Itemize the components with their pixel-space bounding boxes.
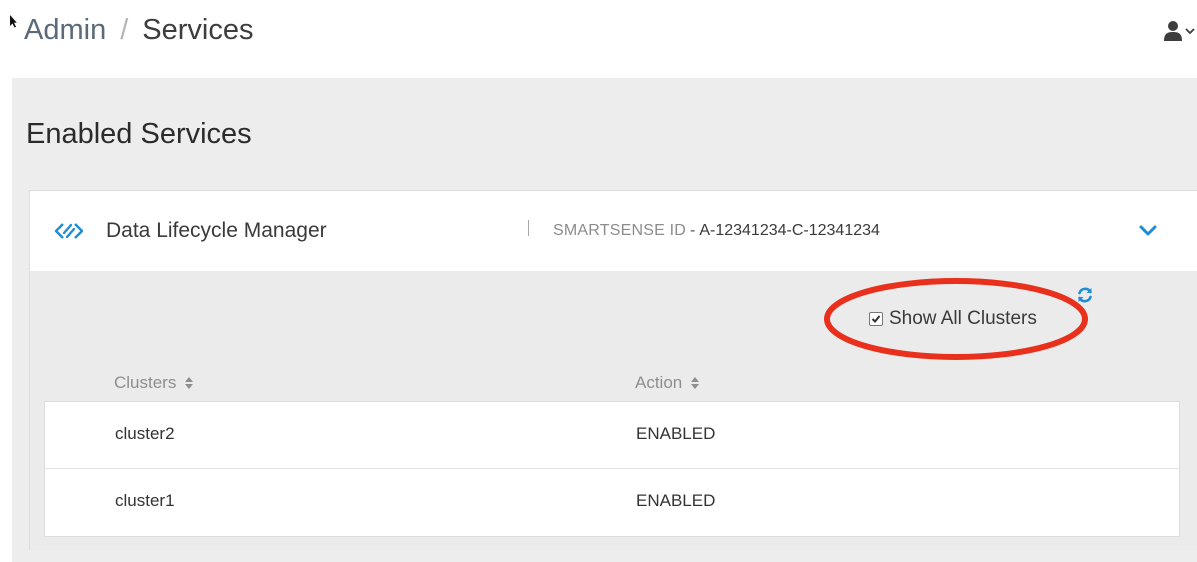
- breadcrumb-separator: /: [120, 14, 129, 46]
- header-divider: [528, 220, 529, 236]
- show-all-clusters-toggle[interactable]: Show All Clusters: [869, 308, 1037, 330]
- show-all-clusters-label: Show All Clusters: [889, 308, 1037, 329]
- sort-icon: [691, 377, 700, 389]
- sort-icon: [185, 377, 194, 389]
- service-name: Data Lifecycle Manager: [106, 219, 327, 242]
- chevron-down-icon[interactable]: [1139, 225, 1157, 237]
- dlm-icon: [54, 223, 84, 239]
- smartsense-info: SMARTSENSE ID - A-12341234-C-12341234: [553, 221, 880, 241]
- refresh-icon[interactable]: [1075, 285, 1095, 305]
- enabled-services-panel: Enabled Services Data Lifecycle Manager …: [12, 78, 1197, 562]
- table-row[interactable]: cluster1 ENABLED: [45, 469, 1181, 536]
- cluster-name: cluster1: [115, 491, 175, 510]
- cluster-action: ENABLED: [636, 424, 716, 443]
- service-header[interactable]: Data Lifecycle Manager SMARTSENSE ID - A-1…: [30, 191, 1197, 271]
- breadcrumb-current: Services: [142, 14, 254, 46]
- column-header-clusters[interactable]: Clusters: [114, 373, 194, 393]
- table-row[interactable]: cluster2 ENABLED: [45, 402, 1181, 469]
- cluster-action: ENABLED: [636, 491, 716, 510]
- caret-down-icon: [1185, 28, 1195, 35]
- breadcrumb: Admin / Services: [24, 12, 253, 48]
- user-menu-button[interactable]: [1163, 20, 1195, 42]
- cluster-name: cluster2: [115, 424, 175, 443]
- service-details: Show All Clusters Clusters Action cluste…: [30, 271, 1197, 551]
- breadcrumb-admin-link[interactable]: Admin: [24, 12, 106, 48]
- smartsense-dash: -: [690, 222, 696, 239]
- column-header-action-label: Action: [635, 373, 683, 392]
- service-card: Data Lifecycle Manager SMARTSENSE ID - A-1…: [29, 190, 1197, 551]
- smartsense-label: SMARTSENSE ID: [553, 222, 686, 239]
- column-header-clusters-label: Clusters: [114, 373, 177, 392]
- page-header: Admin / Services: [0, 0, 1197, 60]
- user-icon: [1164, 21, 1182, 41]
- clusters-table: cluster2 ENABLED cluster1 ENABLED: [44, 401, 1181, 537]
- checkmark-icon: [871, 315, 881, 323]
- panel-title: Enabled Services: [26, 118, 252, 150]
- show-all-clusters-checkbox[interactable]: [869, 312, 883, 326]
- column-header-action[interactable]: Action: [635, 373, 700, 393]
- smartsense-id: A-12341234-C-12341234: [699, 222, 880, 239]
